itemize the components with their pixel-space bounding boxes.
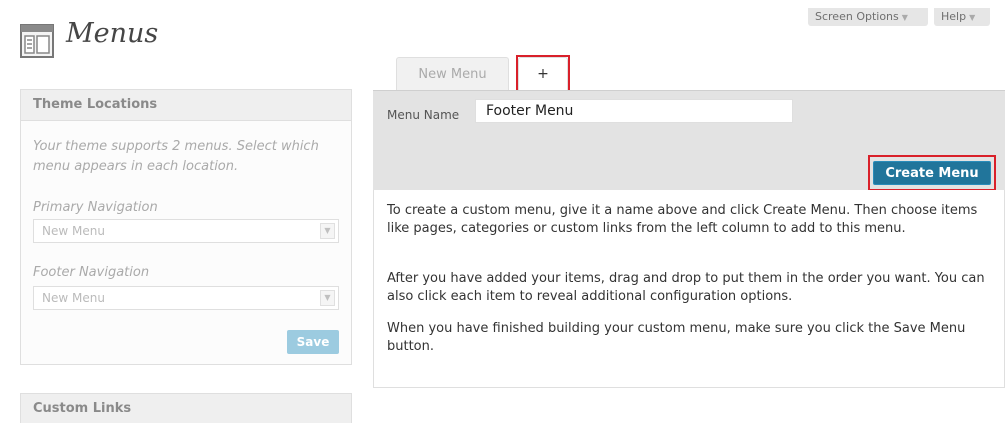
save-locations-button[interactable]: Save [287,330,339,354]
menu-name-label: Menu Name [387,108,460,122]
page-title: Menus [66,18,159,49]
instruction-paragraph: When you have finished building your cus… [387,321,966,354]
dropdown-arrow-icon: ▼ [320,290,335,306]
instruction-paragraph: To create a custom menu, give it a name … [387,203,978,236]
theme-locations-description: Your theme supports 2 menus. Select whic… [33,139,319,174]
tab-new-menu[interactable]: New Menu [396,57,509,90]
menu-editor-header: Menu Name Create Menu [373,90,1005,191]
chevron-down-icon: ▼ [969,13,976,22]
chevron-down-icon: ▼ [901,13,908,22]
instruction-paragraph: After you have added your items, drag an… [387,271,985,304]
menus-icon [20,24,54,58]
menu-editor: Menu Name Create Menu To create a custom… [373,90,1005,388]
help-button[interactable]: Help ▼ [934,8,990,26]
footer-navigation-label: Footer Navigation [33,265,150,280]
footer-navigation-value: New Menu [42,291,105,305]
screen-options-button[interactable]: Screen Options ▼ [808,8,928,26]
screen-options-label: Screen Options [815,10,899,23]
primary-navigation-label: Primary Navigation [33,200,158,215]
custom-links-panel-title[interactable]: Custom Links [20,393,352,423]
create-menu-button[interactable]: Create Menu [873,161,991,185]
menu-name-input[interactable] [475,99,793,123]
theme-locations-title[interactable]: Theme Locations [21,90,351,121]
theme-locations-panel: Theme Locations Your theme supports 2 me… [20,89,352,365]
menu-instructions: To create a custom menu, give it a name … [373,190,1005,388]
dropdown-arrow-icon: ▼ [320,223,335,239]
help-label: Help [941,10,967,23]
tab-add-menu[interactable]: + [518,57,568,90]
primary-navigation-select[interactable]: New Menu ▼ [33,219,339,243]
footer-navigation-select[interactable]: New Menu ▼ [33,286,339,310]
primary-navigation-value: New Menu [42,224,105,238]
